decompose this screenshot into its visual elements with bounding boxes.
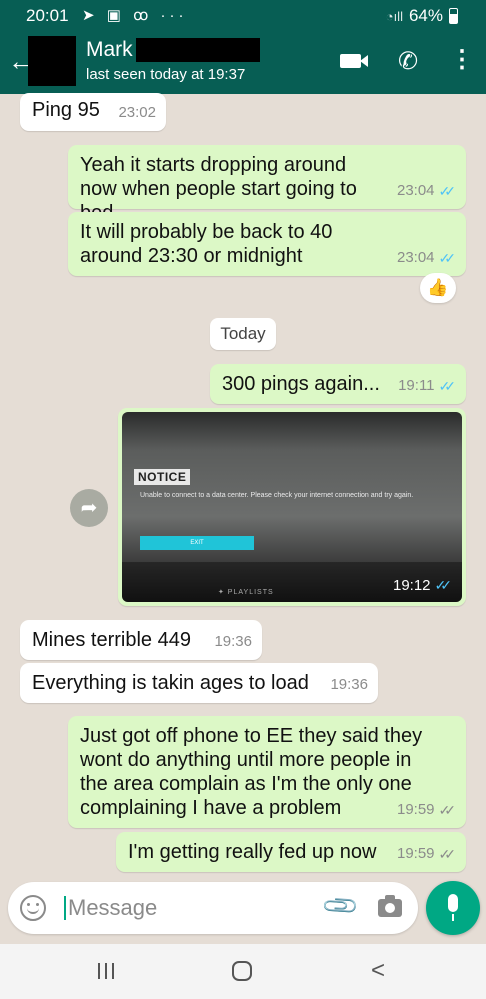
read-tick-icon: ✓✓: [438, 250, 457, 266]
message-meta: 23:04 ✓✓: [397, 179, 456, 203]
message-time: 19:36: [214, 633, 252, 650]
message-meta: 19:12 ✓✓: [393, 577, 452, 594]
message-input[interactable]: [68, 891, 308, 925]
message-meta: 23:04 ✓✓: [397, 246, 456, 270]
message-meta: 19:36: [330, 673, 368, 697]
battery-icon: [449, 8, 458, 24]
delivered-tick-icon: ✓✓: [438, 802, 457, 818]
message-bubble-outgoing[interactable]: I'm getting really fed up now 19:59 ✓✓: [116, 832, 466, 872]
home-icon[interactable]: [232, 961, 252, 981]
game-screenshot-image[interactable]: NOTICE Unable to connect to a data cente…: [122, 412, 462, 602]
message-meta: 19:59 ✓✓: [397, 842, 456, 866]
message-text: Everything is takin ages to load: [32, 672, 309, 694]
message-text: Just got off phone to EE they said they …: [80, 725, 423, 819]
message-time: 19:59: [396, 845, 435, 862]
message-bubble-incoming[interactable]: Mines terrible 449 19:36: [20, 620, 262, 660]
message-time: 19:59: [396, 801, 435, 818]
phone-call-icon[interactable]: ✆: [398, 47, 418, 76]
microphone-icon[interactable]: [426, 881, 480, 935]
message-bubble-incoming[interactable]: Ping 95 23:02: [20, 93, 166, 131]
text-cursor: [64, 896, 66, 920]
recent-apps-icon[interactable]: [98, 963, 116, 979]
message-time: 19:11: [398, 377, 435, 394]
message-text: Ping 95: [32, 99, 100, 121]
message-time: 19:12: [392, 577, 431, 594]
battery-percent: 64%: [408, 6, 443, 25]
contact-name[interactable]: Mark: [86, 38, 133, 62]
message-time: 23:04: [396, 182, 435, 199]
message-text: It will probably be back to 40 around 23…: [80, 221, 333, 267]
notice-message: Unable to connect to a data center. Plea…: [140, 492, 414, 499]
image-message[interactable]: NOTICE Unable to connect to a data cente…: [118, 408, 466, 606]
redacted-surname: [135, 38, 260, 62]
read-tick-icon: ✓✓: [434, 577, 453, 593]
date-separator: Today: [210, 318, 276, 350]
status-bar: 20:01 ➤ ▣ ꝏ ··· ◔ıll 64%: [0, 0, 486, 32]
nav-back-icon[interactable]: <: [371, 957, 385, 985]
notification-icons: ➤ ▣ ꝏ ···: [82, 7, 188, 24]
status-right: ◔ıll 64%: [386, 6, 458, 26]
status-time: 20:01: [26, 6, 69, 25]
android-nav-bar: <: [0, 944, 486, 999]
delivered-tick-icon: ✓✓: [438, 846, 457, 862]
wifi-signal-icon: ◔ıll: [385, 8, 403, 24]
message-bubble-outgoing[interactable]: Yeah it starts dropping around now when …: [68, 145, 466, 224]
emoji-icon[interactable]: [20, 895, 46, 921]
read-tick-icon: ✓✓: [438, 378, 457, 394]
read-tick-icon: ✓✓: [438, 183, 457, 199]
forward-icon[interactable]: ➦: [70, 489, 108, 527]
message-bubble-outgoing[interactable]: It will probably be back to 40 around 23…: [68, 212, 466, 276]
message-text: 300 pings again...: [222, 373, 380, 395]
avatar[interactable]: [28, 36, 76, 86]
message-meta: 19:59 ✓✓: [397, 798, 456, 822]
attach-icon[interactable]: 📎: [320, 886, 362, 928]
exit-button: EXIT: [140, 536, 254, 550]
message-text: Mines terrible 449: [32, 629, 191, 651]
contact-name-row[interactable]: Mark: [86, 38, 260, 62]
last-seen-status: last seen today at 19:37: [86, 66, 246, 83]
message-time: 23:04: [396, 249, 435, 266]
chat-header: ← Mark last seen today at 19:37 ✆ ⋮: [0, 32, 486, 94]
message-meta: 19:36: [214, 630, 252, 654]
message-time: 19:36: [330, 676, 368, 693]
message-composer: 📎: [8, 882, 418, 934]
camera-icon[interactable]: [378, 895, 402, 917]
notice-title: NOTICE: [134, 469, 191, 485]
message-meta: 23:02: [118, 101, 156, 125]
message-text: I'm getting really fed up now: [128, 841, 377, 863]
video-call-icon[interactable]: [340, 54, 368, 68]
message-bubble-outgoing[interactable]: 300 pings again... 19:11 ✓✓: [210, 364, 466, 404]
playlists-label: ✦ PLAYLISTS: [218, 589, 274, 596]
message-meta: 19:11 ✓✓: [398, 374, 456, 398]
message-time: 23:02: [118, 104, 156, 121]
thumbs-up-reaction-icon[interactable]: 👍: [420, 273, 456, 303]
more-options-icon[interactable]: ⋮: [450, 45, 474, 74]
message-bubble-outgoing[interactable]: Just got off phone to EE they said they …: [68, 716, 466, 828]
message-bubble-incoming[interactable]: Everything is takin ages to load 19:36: [20, 663, 378, 703]
